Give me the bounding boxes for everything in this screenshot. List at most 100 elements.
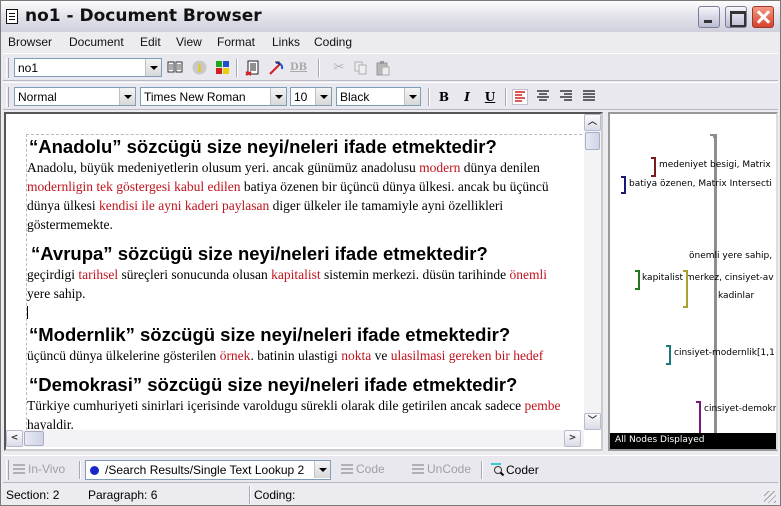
toolbar-separator [236,59,238,77]
scroll-right-button[interactable]: > [564,430,581,447]
format-toolbar: Normal Times New Roman 10 Black B I U [3,82,778,110]
text-run: sistemin merkezi. düsün tarihinde [320,267,510,282]
document-select[interactable]: no1 [14,58,162,77]
bold-button[interactable]: B [436,89,452,105]
document-section[interactable]: “Modernlik” sözcügü size neyi/neleri ifa… [27,324,582,365]
chevron-down-icon[interactable] [119,88,135,105]
in-vivo-button[interactable]: In-Vivo [13,462,65,476]
italic-button[interactable]: I [459,89,475,105]
scroll-up-button[interactable]: ︿ [584,114,601,131]
copy-icon[interactable] [353,60,369,76]
vertical-scroll-thumb[interactable] [585,132,600,150]
menu-format[interactable]: Format [217,35,255,49]
body-text-line[interactable]: geçirdigi tarihsel süreçleri sonucunda o… [27,265,582,284]
chevron-down-icon[interactable] [404,88,420,105]
section-heading[interactable]: “Demokrasi” sözcügü size neyi/neleri ifa… [27,374,582,396]
coding-stripe-node[interactable]: medeniyet besigi, Matrix [659,160,771,170]
text-run: ve [371,348,391,363]
align-left-button[interactable] [512,89,528,105]
paste-icon[interactable] [375,60,391,76]
db-icon[interactable]: DB [290,60,307,76]
menu-coding[interactable]: Coding [314,35,352,49]
info-icon[interactable]: i [191,60,207,76]
document-page[interactable]: “Anadolu” sözcügü size neyi/neleri ifade… [26,134,582,430]
menu-links[interactable]: Links [272,35,300,49]
toolbar-grip[interactable] [6,460,9,480]
section-heading[interactable]: “Modernlik” sözcügü size neyi/neleri ifa… [27,324,582,346]
font-select[interactable]: Times New Roman [140,87,287,106]
document-remove-icon[interactable] [245,60,261,76]
section-heading[interactable]: “Anadolu” sözcügü size neyi/neleri ifade… [27,136,582,158]
code-button[interactable]: Code [341,462,385,476]
node-icon [90,466,99,475]
link-icon[interactable] [268,60,284,76]
resize-grip[interactable] [764,491,776,503]
vertical-scrollbar[interactable]: ︿ ﹀ [584,114,601,430]
close-button[interactable] [752,6,774,28]
chevron-left-icon: < [10,433,19,443]
menu-edit[interactable]: Edit [140,35,161,49]
body-text-line[interactable]: Türkiye cumhuriyeti sinirlari içerisinde… [27,396,582,415]
menu-bar: Browser Document Edit View Format Links … [1,32,780,52]
document-section[interactable]: “Demokrasi” sözcügü size neyi/neleri ifa… [27,374,582,430]
align-right-button[interactable] [558,89,574,105]
coded-text: tarihsel [78,267,119,282]
body-text-line[interactable]: dünya ülkesi kendisi ile ayni kaderi pay… [27,196,582,215]
toolbar-grip[interactable] [6,87,9,107]
document-section[interactable]: “Anadolu” sözcügü size neyi/neleri ifade… [27,136,582,234]
coding-stripe-node[interactable]: cinsiyet-demokr [704,404,776,414]
chevron-down-icon[interactable] [270,88,286,105]
body-text-line[interactable]: hayaldir. [27,415,582,430]
body-text-line[interactable]: üçüncü dünya ülkelerine gösterilen örnek… [27,346,582,365]
node-palette-icon[interactable] [214,60,230,76]
menu-document[interactable]: Document [69,35,124,49]
document-browser-window: no1 - Document Browser Browser Document … [0,0,781,506]
status-separator [249,486,251,504]
node-path-select[interactable]: /Search Results/Single Text Lookup 2 [85,460,331,480]
browse-book-icon[interactable] [167,60,183,76]
menu-view[interactable]: View [176,35,202,49]
underline-button[interactable]: U [482,89,498,105]
justify-button[interactable] [581,89,597,105]
coding-stripe-node[interactable]: cinsiyet-modernlik[1,1 [674,348,775,358]
font-color-select[interactable]: Black [336,87,421,106]
body-text-line[interactable]: göstermemekte. [27,215,582,234]
chevron-down-icon[interactable] [315,88,331,105]
coding-stripe-node[interactable]: kadinlar [718,291,754,301]
coder-button[interactable]: Coder [490,462,539,477]
status-coding: Coding: [254,488,296,502]
uncode-button[interactable]: UnCode [412,462,471,476]
maximize-button[interactable] [725,6,747,28]
font-size-select[interactable]: 10 [290,87,332,106]
text-run: süreçleri sonucunda olusan [118,267,272,282]
scroll-down-button[interactable]: ﹀ [584,413,601,430]
chevron-down-icon[interactable] [145,59,161,76]
coding-stripe-node[interactable]: önemli yere sahip, [689,251,772,261]
text-run: geçirdigi [27,267,79,282]
align-center-button[interactable] [535,89,551,105]
horizontal-scrollbar[interactable]: < > [6,430,584,447]
title-bar[interactable]: no1 - Document Browser [1,1,780,32]
toolbar-grip[interactable] [6,58,9,78]
text-run: üçüncü dünya ülkelerine gösterilen [27,348,220,363]
document-editor[interactable]: “Anadolu” sözcügü size neyi/neleri ifade… [4,112,603,451]
chevron-down-icon[interactable] [314,461,330,478]
body-text-line[interactable]: modernligin tek göstergesi kabul edilen … [27,177,582,196]
scroll-left-button[interactable]: < [6,430,23,447]
menu-browser[interactable]: Browser [8,35,52,49]
uncode-lines-icon [412,464,424,474]
minimize-button[interactable] [698,6,720,28]
coding-stripe-node[interactable]: kapitalist merkez, cinsiyet-av [642,273,774,283]
coding-stripes-pane[interactable]: medeniyet besigi, Matrix batiya özenen, … [608,112,778,451]
cut-icon[interactable]: ✂ [331,60,347,76]
coding-stripe-node[interactable]: batiya özenen, Matrix Intersecti [629,179,772,189]
document-section[interactable]: “Avrupa” sözcügü size neyi/neleri ifade … [27,243,582,322]
text-run: batiya özenen bir üçüncü dünya ülkesi. a… [240,179,549,194]
body-text-line[interactable]: yere sahip. [27,284,582,303]
toolbar-separator [428,88,430,106]
horizontal-scroll-thumb[interactable] [24,431,44,446]
style-select[interactable]: Normal [14,87,136,106]
text-run: Türkiye cumhuriyeti sinirlari içerisinde… [27,398,525,413]
section-heading[interactable]: “Avrupa” sözcügü size neyi/neleri ifade … [27,243,582,265]
body-text-line[interactable]: Anadolu, büyük medeniyetlerin olusum yer… [27,158,582,177]
